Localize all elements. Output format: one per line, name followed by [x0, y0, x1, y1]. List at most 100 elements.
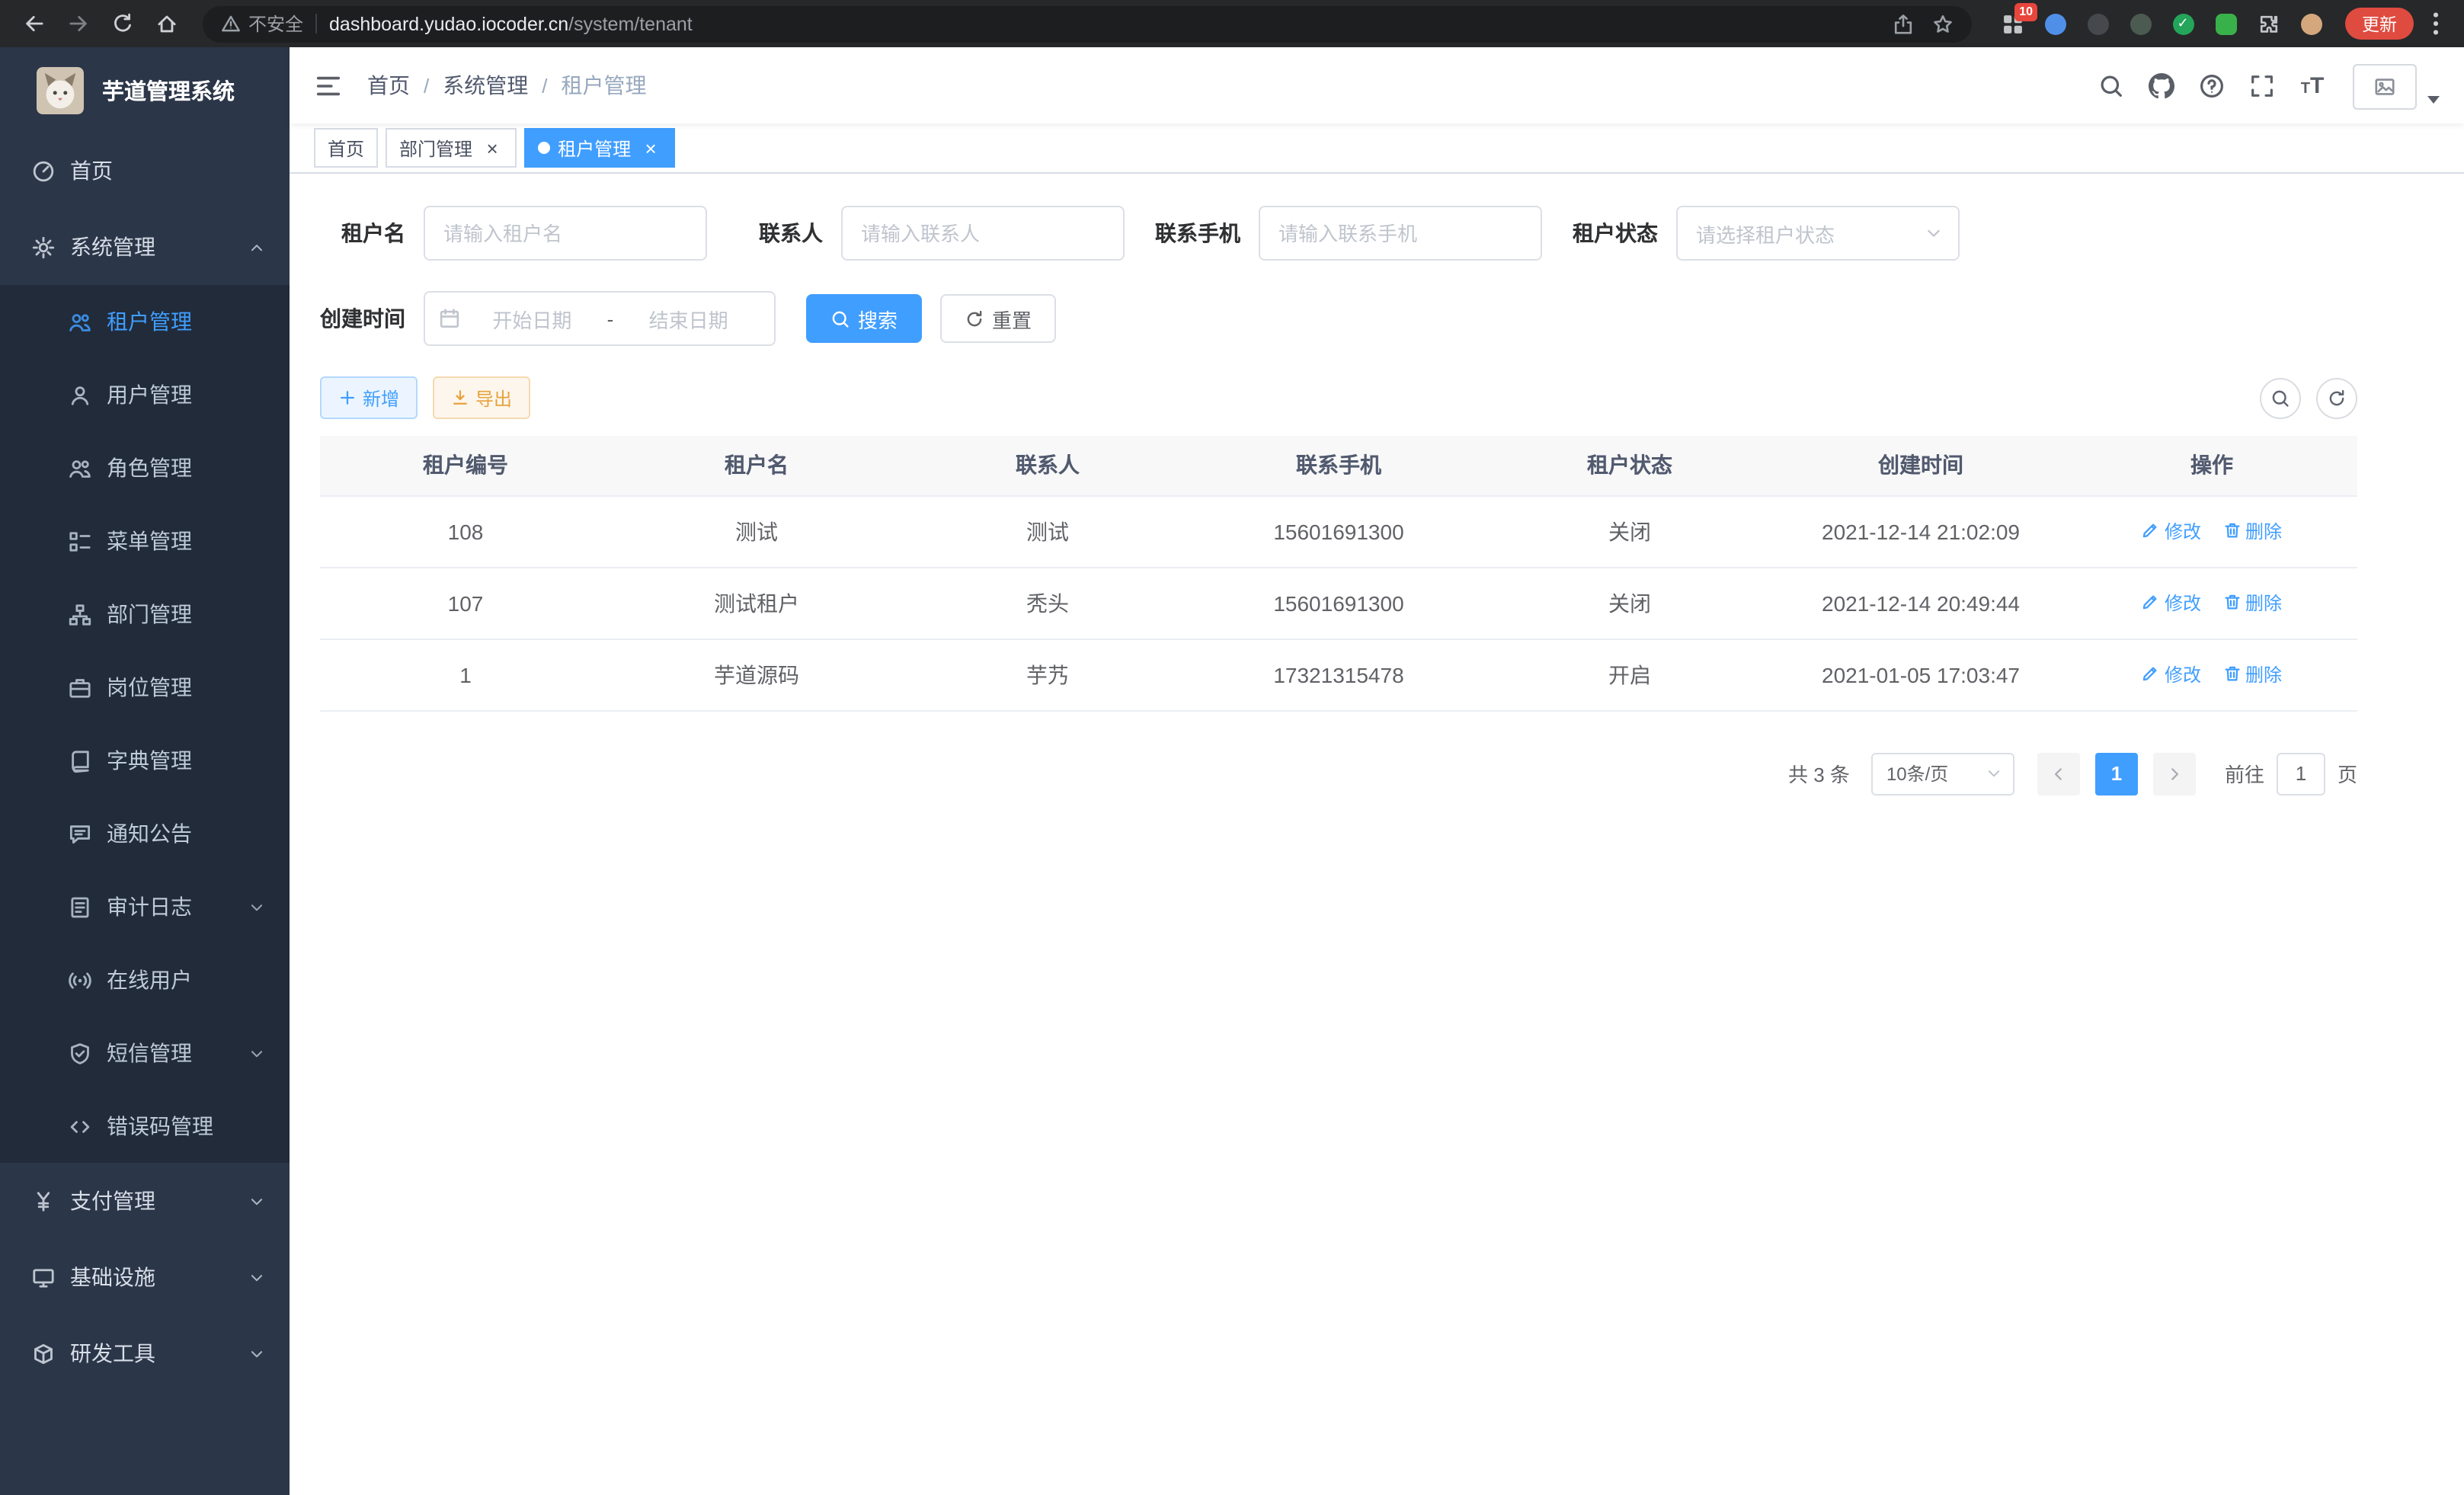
page-number-button[interactable]: 1	[2095, 752, 2138, 795]
tab-home[interactable]: 首页	[314, 128, 378, 168]
extension-1-icon[interactable]: 10	[1999, 11, 2025, 37]
browser-forward-icon[interactable]	[58, 3, 99, 44]
extension-5-icon[interactable]: ✓	[2170, 11, 2196, 37]
search-button[interactable]: 搜索	[806, 294, 922, 343]
contact-name-input[interactable]	[841, 206, 1125, 261]
sidebar-item-menu[interactable]: 菜单管理	[0, 504, 290, 578]
url-path: /system/tenant	[568, 13, 693, 34]
share-icon[interactable]	[1893, 13, 1914, 34]
delete-button[interactable]: 删除	[2222, 661, 2282, 687]
breadcrumb-item-0[interactable]: 首页	[367, 70, 410, 101]
sidebar-item-tenant[interactable]: 租户管理	[0, 285, 290, 358]
delete-button-label: 删除	[2245, 518, 2282, 544]
tab-dept[interactable]: 部门管理×	[386, 128, 517, 168]
browser-home-icon[interactable]	[146, 3, 187, 44]
sidebar-item-sms[interactable]: 短信管理	[0, 1016, 290, 1090]
tab-close-icon[interactable]: ×	[482, 137, 503, 158]
next-page-button[interactable]	[2153, 752, 2196, 795]
address-bar[interactable]: 不安全 dashboard.yudao.iocoder.cn/system/te…	[203, 5, 1972, 42]
cell-actions: 修改删除	[2066, 639, 2357, 710]
omnibox-actions	[1893, 13, 1954, 34]
main-area: 首页/系统管理/租户管理 TT 首页部门管理×租户管理× 租户名联系人联系手机租…	[290, 47, 2464, 1495]
browser-profile-avatar[interactable]	[2298, 11, 2324, 37]
delete-button[interactable]: 删除	[2222, 518, 2282, 544]
edit-button[interactable]: 修改	[2142, 590, 2201, 616]
delete-button-label: 删除	[2245, 590, 2282, 616]
sidebar-item-home[interactable]: 首页	[0, 133, 290, 209]
tenant-status-select[interactable]: 请选择租户状态	[1676, 206, 1960, 261]
tenant-name-input[interactable]	[424, 206, 707, 261]
add-button[interactable]: 新增	[320, 376, 418, 419]
browser-reload-icon[interactable]	[102, 3, 143, 44]
toggle-search-button[interactable]	[2260, 377, 2301, 418]
header-search-icon[interactable]	[2086, 47, 2136, 123]
github-icon[interactable]	[2136, 47, 2187, 123]
extension-6-icon[interactable]	[2213, 11, 2238, 37]
create-time-range-picker[interactable]: 开始日期 - 结束日期	[424, 291, 776, 346]
font-size-icon[interactable]: TT	[2287, 47, 2338, 123]
sidebar-item-dev-tools[interactable]: 研发工具	[0, 1315, 290, 1391]
goto-page-input[interactable]	[2277, 752, 2325, 795]
active-tab-dot-icon	[538, 142, 550, 154]
sidebar-item-online-user[interactable]: 在线用户	[0, 943, 290, 1016]
sidebar-item-post[interactable]: 岗位管理	[0, 651, 290, 724]
sidebar-item-system[interactable]: 系统管理	[0, 209, 290, 285]
search-icon	[830, 309, 850, 328]
edit-button[interactable]: 修改	[2142, 661, 2201, 687]
extension-4-icon[interactable]	[2127, 11, 2153, 37]
sidebar-item-audit-log[interactable]: 审计日志	[0, 870, 290, 943]
tab-tenant[interactable]: 租户管理×	[524, 128, 675, 168]
date-range-separator: -	[604, 307, 617, 330]
cell-actions: 修改 删除	[2066, 495, 2357, 567]
browser-update-button[interactable]: 更新	[2345, 8, 2414, 40]
sidebar-item-user[interactable]: 用户管理	[0, 358, 290, 431]
search-icon	[2270, 388, 2290, 408]
page-size-select[interactable]: 10条/页	[1871, 752, 2014, 795]
sidebar-item-label: 基础设施	[70, 1262, 155, 1292]
sidebar-item-dept[interactable]: 部门管理	[0, 578, 290, 651]
breadcrumb-item-1[interactable]: 系统管理	[443, 70, 528, 101]
sidebar-item-label: 字典管理	[107, 745, 192, 776]
sidebar-item-notice[interactable]: 通知公告	[0, 797, 290, 870]
sidebar-item-dict[interactable]: 字典管理	[0, 724, 290, 797]
app-title: 芋道管理系统	[102, 74, 235, 106]
cell-actions: 修改 删除	[2066, 567, 2357, 639]
browser-menu-icon[interactable]	[2421, 9, 2450, 38]
delete-button[interactable]: 删除	[2222, 590, 2282, 616]
filter-label-contact-phone: 联系手机	[1155, 218, 1240, 248]
extension-3-icon[interactable]	[2085, 11, 2110, 37]
app-logo[interactable]: 芋道管理系统	[0, 47, 290, 133]
sidebar-toggle-icon[interactable]	[314, 71, 343, 100]
export-button[interactable]: 导出	[433, 376, 530, 419]
fullscreen-icon[interactable]	[2237, 47, 2287, 123]
trash-icon	[2222, 665, 2241, 683]
sidebar-item-pay[interactable]: 支付管理	[0, 1163, 290, 1239]
sidebar-item-label: 在线用户	[107, 965, 192, 995]
page-url: dashboard.yudao.iocoder.cn/system/tenant	[329, 13, 1880, 34]
update-button-label: 更新	[2362, 11, 2397, 36]
reset-button[interactable]: 重置	[940, 294, 1056, 343]
tab-close-icon[interactable]: ×	[640, 137, 661, 158]
bookmark-star-icon[interactable]	[1932, 13, 1954, 34]
help-icon[interactable]	[2187, 47, 2237, 123]
edit-button[interactable]: 修改	[2142, 518, 2201, 544]
edit-button-label: 修改	[2165, 661, 2201, 687]
sidebar-item-role[interactable]: 角色管理	[0, 431, 290, 504]
sidebar-item-error-code[interactable]: 错误码管理	[0, 1090, 290, 1163]
site-security-chip[interactable]: 不安全	[221, 11, 303, 37]
sidebar-item-infra[interactable]: 基础设施	[0, 1239, 290, 1315]
prev-page-button[interactable]	[2037, 752, 2080, 795]
browser-back-icon[interactable]	[14, 3, 55, 44]
extension-2-icon[interactable]	[2042, 11, 2068, 37]
user-avatar[interactable]	[2353, 47, 2440, 123]
refresh-table-button[interactable]	[2316, 377, 2357, 418]
sidebar-item-label: 租户管理	[107, 306, 192, 337]
extensions-puzzle-icon[interactable]	[2255, 11, 2281, 37]
edit-icon	[2142, 522, 2160, 540]
tree-icon	[69, 603, 91, 626]
navbar-actions: TT	[2086, 47, 2440, 123]
goto-label: 前往	[2225, 759, 2264, 788]
sidebar-menu: 首页系统管理租户管理用户管理角色管理菜单管理部门管理岗位管理字典管理通知公告审计…	[0, 133, 290, 1391]
table-row: 107测试租户秃头15601691300关闭2021-12-14 20:49:4…	[320, 567, 2357, 639]
contact-phone-input[interactable]	[1259, 206, 1542, 261]
